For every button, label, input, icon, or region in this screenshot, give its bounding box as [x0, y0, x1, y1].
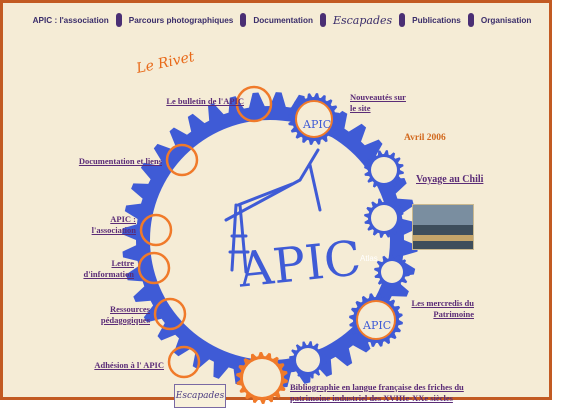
svg-text:APIC: APIC — [362, 319, 391, 332]
link-bulletin[interactable]: Le bulletin de l'APIC — [130, 96, 244, 107]
atlas-label[interactable]: Atlas — [360, 254, 378, 263]
gear-illustration: APIC APIC APIC — [122, 85, 418, 404]
link-voyage-chili[interactable]: Voyage au Chili — [416, 174, 483, 185]
link-ressources[interactable]: Ressources pédagogiques — [74, 304, 150, 326]
link-nouveautes[interactable]: Nouveautés sur le site — [350, 92, 410, 114]
nouveautes-gear-icon[interactable]: APIC — [295, 100, 333, 138]
link-documentation-liens[interactable]: Documentation et liens — [56, 156, 162, 167]
thumbnail-band — [413, 235, 473, 241]
mercredis-gear-icon[interactable]: APIC — [356, 300, 396, 340]
thumbnail-sky — [413, 205, 473, 225]
svg-text:APIC: APIC — [302, 118, 331, 131]
link-lettre[interactable]: Lettre d'information — [70, 258, 134, 280]
link-bibliographie[interactable]: Bibliographie en langue française des fr… — [290, 382, 490, 404]
voyage-thumbnail[interactable] — [412, 204, 474, 250]
link-association[interactable]: APIC : l'association — [72, 214, 136, 236]
link-mercredis[interactable]: Les mercredis du Patrimoine — [410, 298, 475, 320]
link-adhesion[interactable]: Adhésion à l' APIC — [56, 360, 164, 371]
news-date: Avril 2006 — [404, 133, 446, 143]
escapades-button[interactable]: Escapades — [174, 384, 226, 408]
